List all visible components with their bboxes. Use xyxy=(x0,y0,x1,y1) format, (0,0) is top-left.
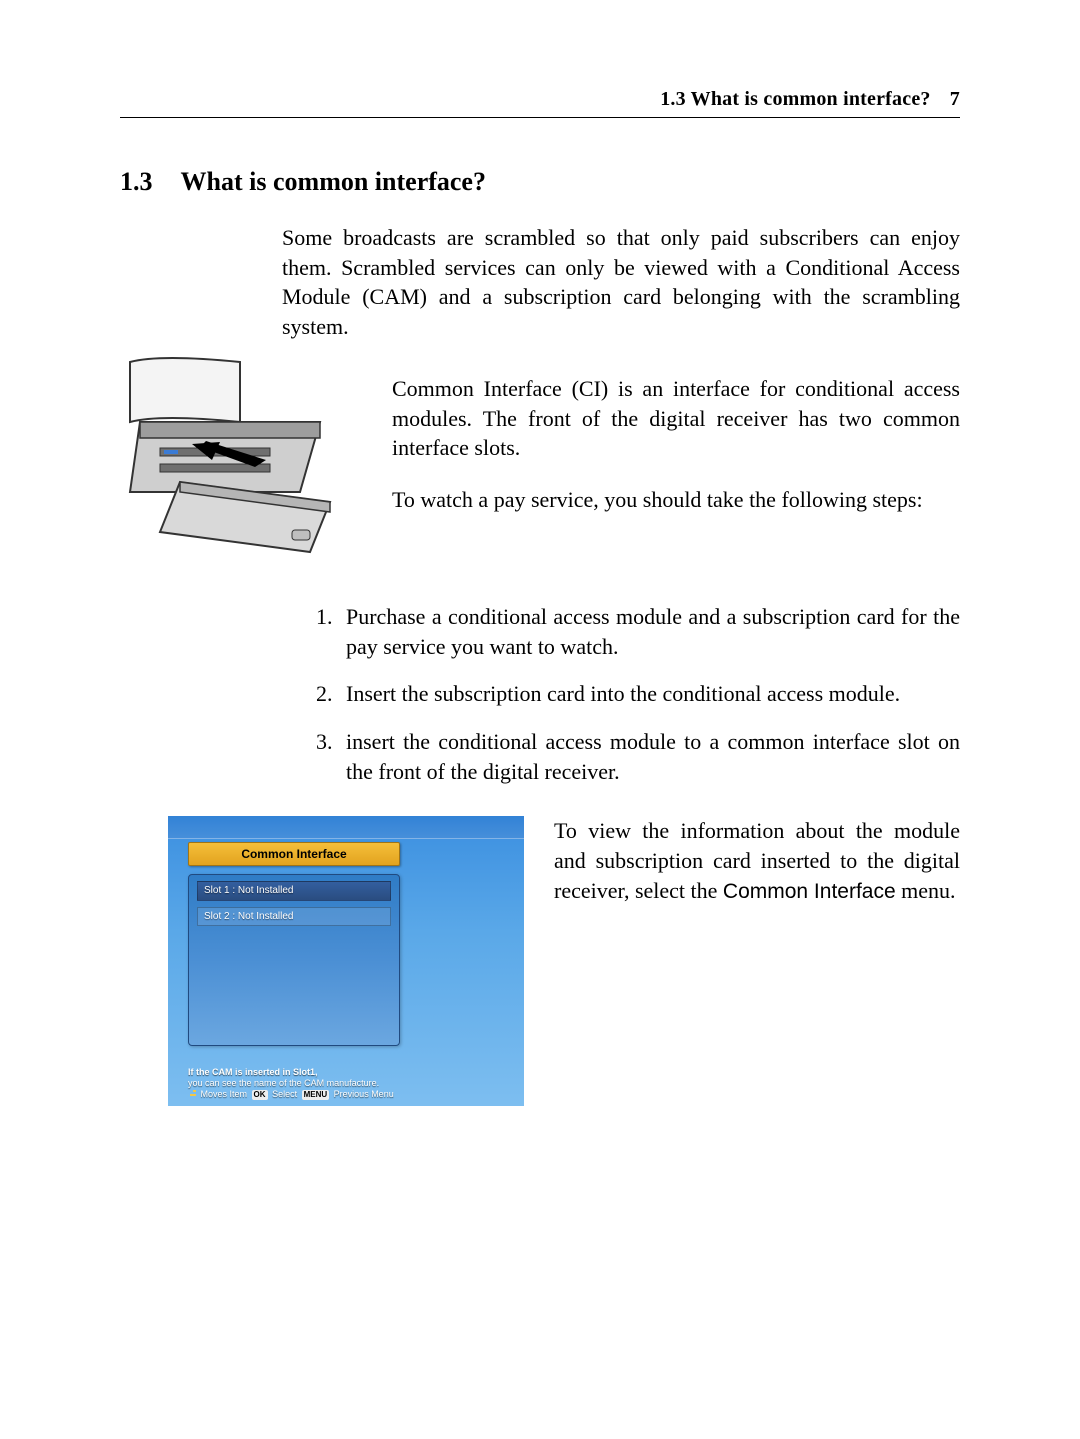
steps-list: Purchase a conditional access module and… xyxy=(316,602,960,786)
list-item: insert the conditional access module to … xyxy=(316,727,960,786)
ci-slot-1: Slot 1 : Not Installed xyxy=(197,881,391,901)
running-header: 1.3 What is common interface? 7 xyxy=(120,86,960,118)
ci-menu-panel: Slot 1 : Not Installed Slot 2 : Not Inst… xyxy=(188,874,400,1046)
ci-slot-2: Slot 2 : Not Installed xyxy=(197,907,391,927)
steps-lead-paragraph: To watch a pay service, you should take … xyxy=(392,485,960,515)
ci-hint-1: If the CAM is inserted in Slot1, xyxy=(188,1067,318,1077)
nav-moves: Moves Item xyxy=(201,1089,248,1099)
after-paragraph: To view the information about the module… xyxy=(554,816,960,1106)
page-number: 7 xyxy=(950,88,960,110)
section-number: 1.3 xyxy=(120,164,153,199)
section-title: What is common interface? xyxy=(181,167,486,196)
receiver-cam-icon xyxy=(120,352,370,572)
after-post: menu. xyxy=(896,878,956,903)
ci-hint-2: you can see the name of the CAM manufact… xyxy=(188,1078,379,1088)
ok-key-icon: OK xyxy=(252,1090,268,1100)
ci-menu-title: Common Interface xyxy=(188,842,400,866)
ci-menu-screenshot: Common Interface Slot 1 : Not Installed … xyxy=(168,816,524,1106)
running-header-title: 1.3 What is common interface? xyxy=(660,88,930,110)
nav-select: Select xyxy=(272,1089,297,1099)
section-heading: 1.3 What is common interface? xyxy=(120,164,960,199)
list-item: Insert the subscription card into the co… xyxy=(316,679,960,709)
ci-footer: If the CAM is inserted in Slot1, you can… xyxy=(188,1067,508,1101)
intro-paragraph: Some broadcasts are scrambled so that on… xyxy=(282,223,960,342)
list-item: Purchase a conditional access module and… xyxy=(316,602,960,661)
nav-prev: Previous Menu xyxy=(334,1089,394,1099)
ci-paragraph: Common Interface (CI) is an interface fo… xyxy=(392,374,960,463)
arrows-icon xyxy=(188,1090,198,1100)
menu-name: Common Interface xyxy=(723,880,896,903)
device-illustration xyxy=(120,352,370,572)
screenshot-topbar xyxy=(168,816,524,839)
menu-key-icon: MENU xyxy=(302,1090,330,1100)
